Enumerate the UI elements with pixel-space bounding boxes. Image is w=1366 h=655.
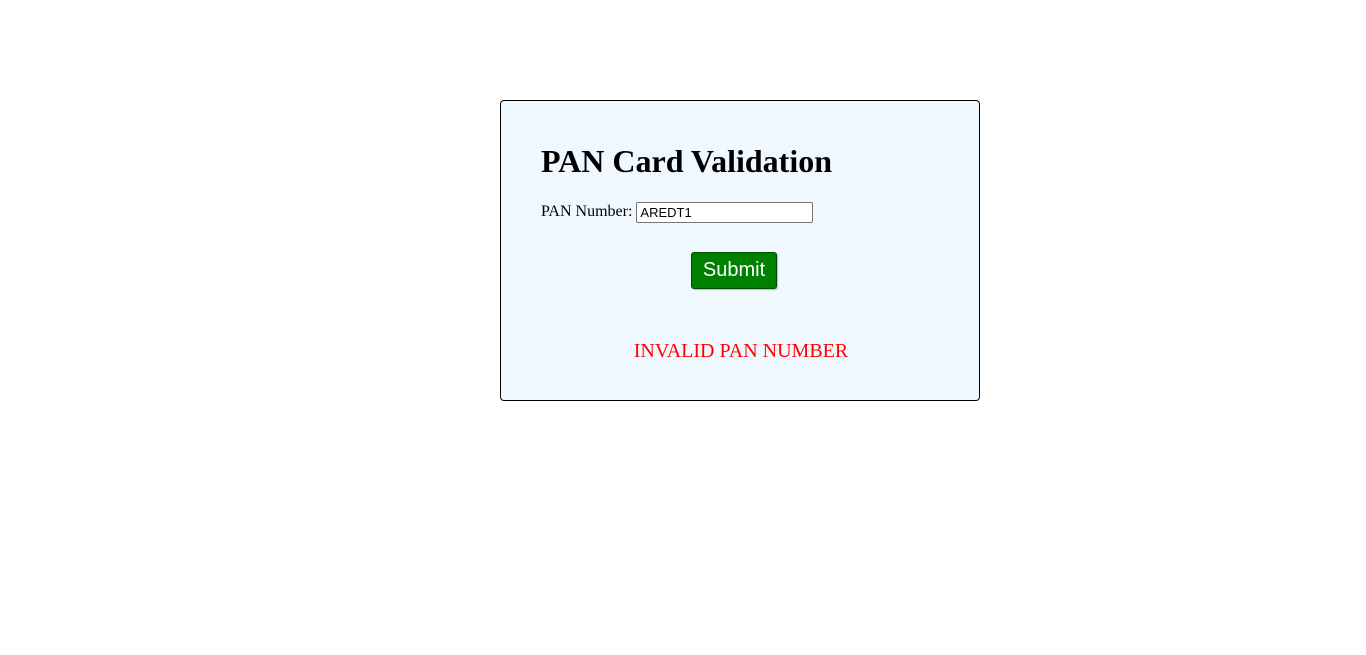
page-title: PAN Card Validation — [541, 143, 833, 179]
pan-validation-card: PAN Card Validation PAN Number: Submit I… — [500, 100, 980, 401]
pan-number-row: PAN Number: — [541, 201, 814, 223]
submit-button[interactable]: Submit — [691, 252, 777, 289]
pan-number-label: PAN Number: — [541, 203, 633, 220]
pan-number-input[interactable] — [636, 201, 814, 223]
validation-result-message: INVALID PAN NUMBER — [633, 340, 849, 362]
